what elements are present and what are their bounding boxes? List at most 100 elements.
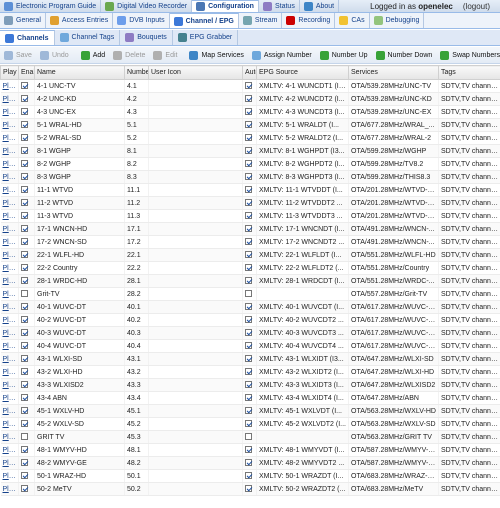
enabled-checkbox[interactable]: [18, 79, 35, 93]
automatic-epg-checkbox[interactable]: [242, 183, 257, 197]
checkbox-icon[interactable]: [245, 342, 252, 350]
logout-link[interactable]: (logout): [463, 2, 490, 11]
automatic-epg-checkbox[interactable]: [242, 118, 257, 132]
table-row[interactable]: Play 48-2 WMYV-GE 48.2 XMLTV: 48-2 WMYVDT2 …: [0, 456, 500, 470]
automatic-epg-checkbox[interactable]: [242, 209, 257, 223]
column-header-name[interactable]: Name: [34, 65, 125, 80]
automatic-epg-checkbox[interactable]: [242, 417, 257, 431]
checkbox-icon[interactable]: [245, 368, 252, 376]
table-row[interactable]: Play 4-3 UNC-EX 4.3 XMLTV: 4-3 WUNCDT3 (I..…: [0, 105, 500, 119]
checkbox-icon[interactable]: [245, 381, 252, 389]
checkbox-icon[interactable]: [245, 251, 252, 259]
automatic-epg-checkbox[interactable]: [242, 365, 257, 379]
enabled-checkbox[interactable]: [18, 235, 35, 249]
number-down-button[interactable]: Number Down: [372, 47, 437, 63]
play-link[interactable]: Play: [0, 287, 19, 301]
epg-tab-bouquets[interactable]: Bouquets: [120, 30, 173, 45]
enabled-checkbox[interactable]: [18, 209, 35, 223]
automatic-epg-checkbox[interactable]: [242, 313, 257, 327]
automatic-epg-checkbox[interactable]: [242, 274, 257, 288]
checkbox-icon[interactable]: [21, 134, 28, 142]
nav-tab-status[interactable]: Status: [259, 0, 300, 12]
play-link[interactable]: Play: [0, 339, 19, 353]
enabled-checkbox[interactable]: [18, 196, 35, 210]
column-header-automatic-epg-source[interactable]: Automatic EPG Source: [242, 65, 257, 80]
enabled-checkbox[interactable]: [18, 287, 35, 301]
automatic-epg-checkbox[interactable]: [242, 300, 257, 314]
checkbox-icon[interactable]: [21, 160, 28, 168]
checkbox-icon[interactable]: [21, 199, 28, 207]
table-row[interactable]: Play 50-2 MeTV 50.2 XMLTV: 50-2 WRAZDT2 (..…: [0, 482, 500, 496]
play-link[interactable]: Play: [0, 469, 19, 483]
checkbox-icon[interactable]: [245, 225, 252, 233]
delete-button[interactable]: Delete: [109, 47, 149, 63]
column-header-user-icon[interactable]: User Icon: [148, 65, 243, 80]
checkbox-icon[interactable]: [21, 238, 28, 246]
nav-tab-electronic-program-guide[interactable]: Electronic Program Guide: [0, 0, 102, 12]
play-link[interactable]: Play: [0, 196, 19, 210]
checkbox-icon[interactable]: [245, 82, 252, 90]
table-row[interactable]: Play 43-2 WLXI-HD 43.2 XMLTV: 43-2 WLXIDT2 …: [0, 365, 500, 379]
epg-tab-epg-grabber[interactable]: EPG Grabber: [173, 30, 239, 45]
checkbox-icon[interactable]: [245, 459, 252, 467]
play-link[interactable]: Play: [0, 300, 19, 314]
table-row[interactable]: Play 40-3 WUVC-DT 40.3 XMLTV: 40-3 WUVCDT3 …: [0, 326, 500, 340]
enabled-checkbox[interactable]: [18, 248, 35, 262]
config-tab-stream[interactable]: Stream: [239, 13, 283, 28]
enabled-checkbox[interactable]: [18, 144, 35, 158]
checkbox-icon[interactable]: [21, 381, 28, 389]
automatic-epg-checkbox[interactable]: [242, 456, 257, 470]
automatic-epg-checkbox[interactable]: [242, 391, 257, 405]
enabled-checkbox[interactable]: [18, 443, 35, 457]
play-link[interactable]: Play: [0, 482, 19, 496]
enabled-checkbox[interactable]: [18, 404, 35, 418]
play-link[interactable]: Play: [0, 170, 19, 184]
column-header-enabled[interactable]: Enabled: [18, 65, 35, 80]
checkbox-icon[interactable]: [21, 173, 28, 181]
play-link[interactable]: Play: [0, 248, 19, 262]
edit-button[interactable]: Edit: [149, 47, 181, 63]
enabled-checkbox[interactable]: [18, 118, 35, 132]
enabled-checkbox[interactable]: [18, 326, 35, 340]
play-link[interactable]: Play: [0, 443, 19, 457]
table-row[interactable]: Play 22-1 WLFL-HD 22.1 XMLTV: 22-1 WLFLDT (…: [0, 248, 500, 262]
checkbox-icon[interactable]: [245, 433, 252, 441]
checkbox-icon[interactable]: [21, 277, 28, 285]
checkbox-icon[interactable]: [245, 199, 252, 207]
play-link[interactable]: Play: [0, 391, 19, 405]
checkbox-icon[interactable]: [21, 459, 28, 467]
automatic-epg-checkbox[interactable]: [242, 105, 257, 119]
checkbox-icon[interactable]: [245, 160, 252, 168]
play-link[interactable]: Play: [0, 313, 19, 327]
checkbox-icon[interactable]: [21, 420, 28, 428]
table-row[interactable]: Play 40-2 WUVC-DT 40.2 XMLTV: 40-2 WUVCDT2 …: [0, 313, 500, 327]
checkbox-icon[interactable]: [245, 147, 252, 155]
play-link[interactable]: Play: [0, 417, 19, 431]
undo-button[interactable]: Undo: [36, 47, 73, 63]
enabled-checkbox[interactable]: [18, 456, 35, 470]
checkbox-icon[interactable]: [245, 134, 252, 142]
automatic-epg-checkbox[interactable]: [242, 261, 257, 275]
checkbox-icon[interactable]: [245, 472, 252, 480]
checkbox-icon[interactable]: [245, 264, 252, 272]
enabled-checkbox[interactable]: [18, 313, 35, 327]
checkbox-icon[interactable]: [245, 446, 252, 454]
map-services-button[interactable]: Map Services: [185, 47, 247, 63]
table-row[interactable]: Play 48-1 WMYV-HD 48.1 XMLTV: 48-1 WMYVDT (…: [0, 443, 500, 457]
enabled-checkbox[interactable]: [18, 170, 35, 184]
table-row[interactable]: Play 17-2 WNCN-SD 17.2 XMLTV: 17-2 WNCNDT2 …: [0, 235, 500, 249]
enabled-checkbox[interactable]: [18, 339, 35, 353]
checkbox-icon[interactable]: [21, 368, 28, 376]
play-link[interactable]: Play: [0, 131, 19, 145]
add-button[interactable]: Add: [77, 47, 109, 63]
checkbox-icon[interactable]: [21, 147, 28, 155]
nav-tab-about[interactable]: About: [300, 0, 340, 12]
play-link[interactable]: Play: [0, 365, 19, 379]
table-row[interactable]: Play 43-1 WLXI-SD 43.1 XMLTV: 43-1 WLXIDT (…: [0, 352, 500, 366]
checkbox-icon[interactable]: [245, 277, 252, 285]
table-row[interactable]: Play 45-1 WXLV-HD 45.1 XMLTV: 45-1 WXLVDT (…: [0, 404, 500, 418]
epg-tab-channels[interactable]: Channels: [0, 30, 55, 45]
play-link[interactable]: Play: [0, 157, 19, 171]
table-row[interactable]: Play 28-1 WRDC-HD 28.1 XMLTV: 28-1 WRDCDT (…: [0, 274, 500, 288]
automatic-epg-checkbox[interactable]: [242, 92, 257, 106]
